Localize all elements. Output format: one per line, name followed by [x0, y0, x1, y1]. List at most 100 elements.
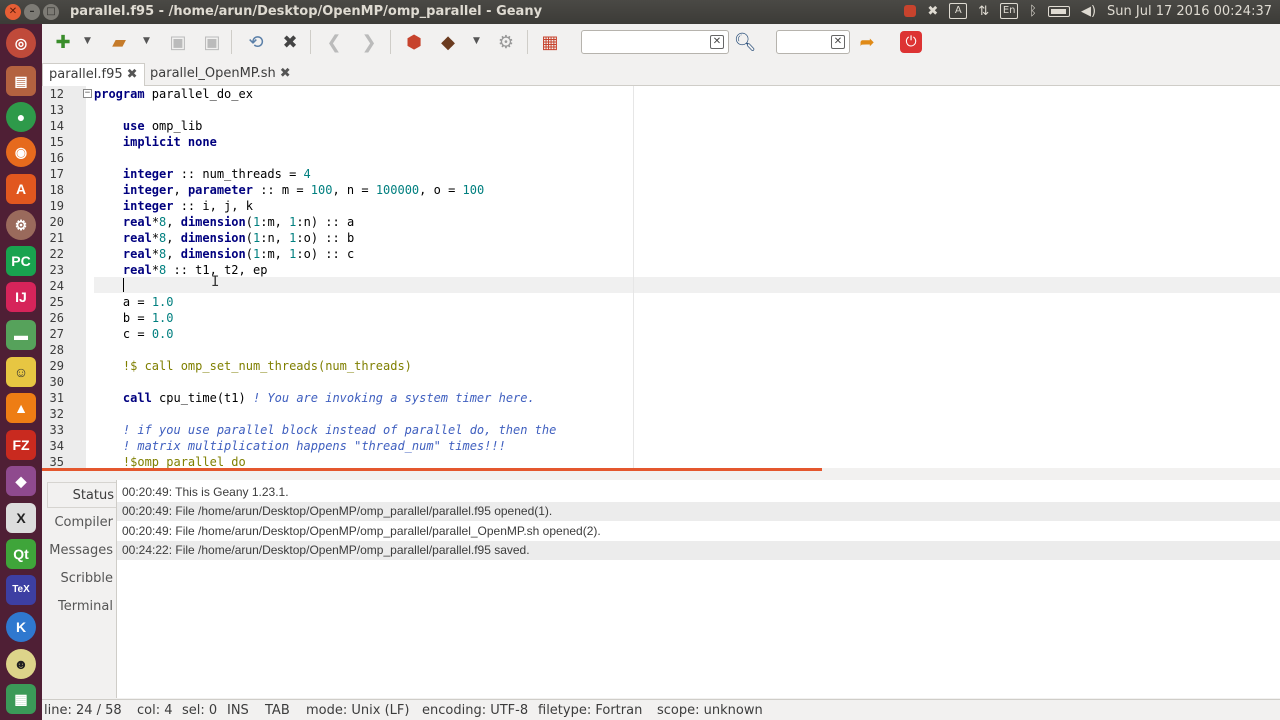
firefox-icon[interactable]: ◉ [6, 137, 36, 167]
record-icon[interactable] [904, 5, 917, 17]
fold-margin [86, 86, 94, 468]
code-line: ! if you use parallel block instead of p… [122, 423, 557, 437]
misc-icon[interactable]: ◆ [6, 466, 36, 496]
status-bar: line: 24 / 58 col: 4 sel: 0 INS TAB mode… [42, 699, 1280, 720]
xterm-icon[interactable]: X [6, 503, 36, 533]
list-item[interactable]: 00:20:49: File /home/arun/Desktop/OpenMP… [117, 522, 1280, 541]
scanner-icon[interactable]: ▬ [6, 320, 36, 350]
new-menu-arrow-icon[interactable]: ▼ [84, 36, 91, 46]
volume-icon[interactable]: ◀) [1081, 4, 1096, 19]
line-number: 35 [49, 455, 64, 468]
status-encoding: encoding: UTF-8 [422, 703, 529, 718]
clear-goto-icon[interactable]: ✕ [831, 35, 845, 49]
search-icon[interactable]: 🔍︎ [732, 29, 758, 55]
code-line: implicit none [122, 135, 217, 149]
window-minimize-button[interactable]: – [24, 4, 40, 20]
settings-icon[interactable]: ⚙ [6, 210, 36, 240]
editor-horizontal-scrollbar[interactable] [42, 468, 1280, 474]
bluetooth-icon[interactable]: ᛒ [1029, 4, 1037, 19]
intellij-icon[interactable]: IJ [6, 282, 36, 312]
tab-scribble[interactable]: Scribble [47, 566, 117, 592]
qt-icon[interactable]: Qt [6, 539, 36, 569]
code-editor[interactable]: − 12 13 14 15 16 17 18 19 20 21 22 23 24 25 26 27 28 29 30… [42, 86, 1280, 468]
line-number: 21 [49, 231, 64, 245]
open-folder-icon[interactable]: ▰ [106, 29, 132, 55]
vlc-icon[interactable]: ▲ [6, 393, 36, 423]
tab-compiler[interactable]: Compiler [47, 510, 117, 536]
dash-icon[interactable]: ◎ [6, 28, 36, 58]
chrome-icon[interactable]: ● [6, 102, 36, 132]
tab-terminal[interactable]: Terminal [47, 594, 117, 620]
document-tabs: parallel.f95 ✖ parallel_OpenMP.sh ✖ [42, 60, 1280, 86]
code-line: call cpu_time(t1) ! You are invoking a s… [122, 391, 535, 405]
current-line-highlight [94, 277, 1280, 293]
save-icon[interactable]: ▣ [165, 29, 191, 55]
goto-line-icon[interactable]: ➦ [854, 29, 880, 55]
pycharm-icon[interactable]: PC [6, 246, 36, 276]
keyboard-layout-indicator[interactable]: En [1000, 3, 1019, 19]
save-all-icon[interactable]: ▣ [199, 29, 225, 55]
window-close-button[interactable]: ✕ [5, 4, 21, 20]
line-number: 33 [49, 423, 64, 437]
close-tab-icon[interactable]: ✖ [127, 67, 138, 82]
list-item[interactable]: 00:20:49: This is Geany 1.23.1. [117, 483, 1280, 502]
filezilla-icon[interactable]: FZ [6, 430, 36, 460]
color-chooser-icon[interactable]: ▦ [537, 29, 563, 55]
line-number: 16 [49, 151, 64, 165]
tools-icon[interactable]: ✖ [927, 4, 938, 19]
goto-line-input[interactable]: ✕ [776, 30, 850, 54]
text-caret [123, 278, 124, 292]
software-center-icon[interactable]: A [6, 174, 36, 204]
status-col: col: 4 [137, 703, 173, 718]
window-maximize-button[interactable]: □ [43, 4, 59, 20]
window-title: parallel.f95 - /home/arun/Desktop/OpenMP… [70, 4, 543, 19]
forward-icon[interactable]: ❯ [356, 29, 382, 55]
tab-messages[interactable]: Messages [47, 538, 117, 564]
line-number: 32 [49, 407, 64, 421]
code-line: c = 0.0 [122, 327, 174, 341]
tab-status[interactable]: Status [47, 482, 118, 508]
list-item[interactable]: 00:20:49: File /home/arun/Desktop/OpenMP… [117, 502, 1280, 521]
status-message-list[interactable]: 00:20:49: This is Geany 1.23.1. 00:20:49… [116, 480, 1280, 698]
status-sel: sel: 0 [182, 703, 218, 718]
photos-icon[interactable]: ▦ [6, 684, 36, 714]
build-icon[interactable]: ◆ [435, 29, 461, 55]
scrollbar-thumb[interactable] [42, 468, 822, 471]
run-icon[interactable]: ⚙ [493, 29, 519, 55]
list-item[interactable]: 00:24:22: File /home/arun/Desktop/OpenMP… [117, 541, 1280, 560]
close-tab-icon[interactable]: ✖ [280, 66, 291, 81]
build-menu-arrow-icon[interactable]: ▼ [473, 36, 480, 46]
fold-toggle-icon[interactable]: − [83, 89, 92, 98]
open-menu-arrow-icon[interactable]: ▼ [143, 36, 150, 46]
new-file-icon[interactable]: ✚ [50, 29, 76, 55]
status-indent: TAB [265, 703, 290, 718]
tab-parallel-openmp-sh[interactable]: parallel_OpenMP.sh ✖ [144, 63, 297, 86]
line-number: 24 [49, 279, 64, 293]
status-line-endings: mode: Unix (LF) [306, 703, 410, 718]
tux-icon[interactable]: ☻ [6, 649, 36, 679]
network-icon[interactable]: ⇅ [978, 4, 989, 19]
code-line: b = 1.0 [122, 311, 174, 325]
close-file-icon[interactable]: ✖ [277, 29, 303, 55]
line-number: 22 [49, 247, 64, 261]
gnome-icon[interactable]: ☺ [6, 357, 36, 387]
revert-icon[interactable]: ⟲ [243, 29, 269, 55]
line-number: 23 [49, 263, 64, 277]
code-line: a = 1.0 [122, 295, 174, 309]
tab-parallel-f95[interactable]: parallel.f95 ✖ [42, 63, 145, 86]
kde-icon[interactable]: K [6, 612, 36, 642]
texmaker-icon[interactable]: TeX [6, 575, 36, 605]
battery-icon[interactable] [1047, 5, 1070, 17]
line-number: 17 [49, 167, 64, 181]
clear-search-icon[interactable]: ✕ [710, 35, 724, 49]
quit-icon[interactable]: ⏻ [900, 31, 922, 53]
search-input[interactable]: ✕ [581, 30, 729, 54]
code-line: use omp_lib [122, 119, 203, 133]
font-icon[interactable]: A [949, 3, 968, 19]
code-line: program parallel_do_ex [94, 87, 253, 101]
line-number: 34 [49, 439, 64, 453]
files-icon[interactable]: ▤ [6, 66, 36, 96]
clock[interactable]: Sun Jul 17 2016 00:24:37 [1107, 4, 1272, 19]
compile-icon[interactable]: ⬢ [401, 29, 427, 55]
back-icon[interactable]: ❮ [321, 29, 347, 55]
